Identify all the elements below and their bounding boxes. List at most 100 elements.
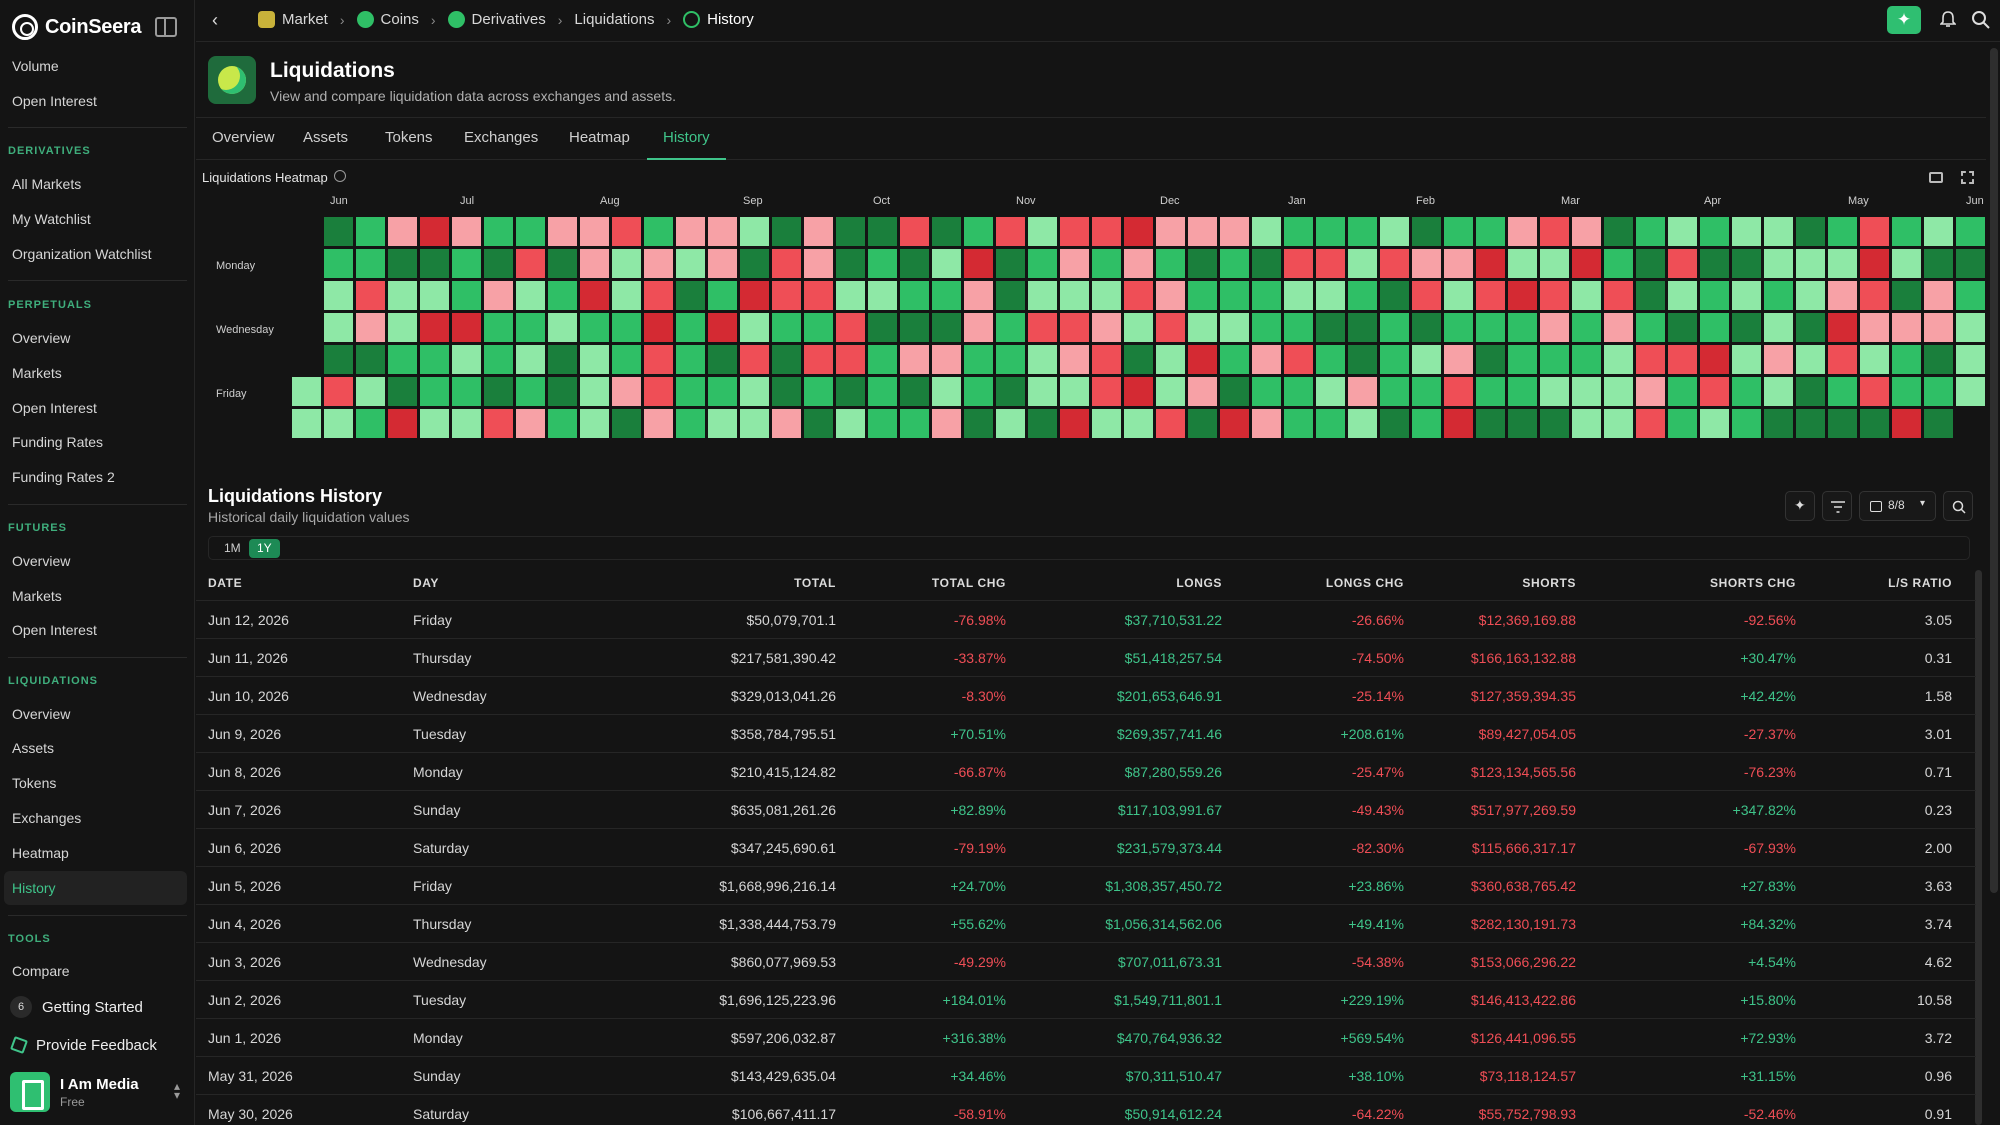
heatmap-cell[interactable]: [1827, 376, 1858, 407]
heatmap-cell[interactable]: [1699, 376, 1730, 407]
tab-history[interactable]: History: [647, 118, 726, 160]
heatmap-cell[interactable]: [1859, 248, 1890, 279]
heatmap-cell[interactable]: [643, 344, 674, 375]
heatmap-cell[interactable]: [803, 376, 834, 407]
heatmap-cell[interactable]: [1667, 216, 1698, 247]
heatmap-cell[interactable]: [1123, 312, 1154, 343]
heatmap-cell[interactable]: [1059, 216, 1090, 247]
heatmap-cell[interactable]: [1219, 408, 1250, 439]
heatmap-cell[interactable]: [1347, 248, 1378, 279]
heatmap-cell[interactable]: [1635, 248, 1666, 279]
heatmap-cell[interactable]: [1283, 216, 1314, 247]
heatmap-cell[interactable]: [771, 312, 802, 343]
heatmap-cell[interactable]: [1411, 312, 1442, 343]
heatmap-cell[interactable]: [803, 312, 834, 343]
heatmap-cell[interactable]: [1603, 312, 1634, 343]
heatmap-cell[interactable]: [483, 408, 514, 439]
heatmap-cell[interactable]: [931, 376, 962, 407]
table-row[interactable]: Jun 8, 2026 Monday $210,415,124.82 -66.87% $…: [196, 752, 1976, 790]
heatmap-cell[interactable]: [419, 376, 450, 407]
heatmap-cell[interactable]: [1091, 280, 1122, 311]
heatmap-cell[interactable]: [1891, 280, 1922, 311]
heatmap-cell[interactable]: [1443, 312, 1474, 343]
heatmap-cell[interactable]: [1315, 344, 1346, 375]
heatmap-cell[interactable]: [1219, 312, 1250, 343]
heatmap-cell[interactable]: [1923, 280, 1954, 311]
heatmap-cell[interactable]: [1059, 280, 1090, 311]
heatmap-cell[interactable]: [1059, 408, 1090, 439]
heatmap-cell[interactable]: [1731, 216, 1762, 247]
heatmap-cell[interactable]: [1667, 248, 1698, 279]
tab-tokens[interactable]: Tokens: [369, 118, 449, 160]
heatmap-cell[interactable]: [611, 216, 642, 247]
heatmap-cell[interactable]: [899, 248, 930, 279]
heatmap-cell[interactable]: [483, 344, 514, 375]
heatmap-cell[interactable]: [867, 280, 898, 311]
heatmap-cell[interactable]: [643, 312, 674, 343]
heatmap-cell[interactable]: [323, 344, 354, 375]
heatmap-cell[interactable]: [1475, 376, 1506, 407]
heatmap-cell[interactable]: [867, 376, 898, 407]
heatmap-cell[interactable]: [931, 216, 962, 247]
heatmap-cell[interactable]: [1635, 312, 1666, 343]
heatmap-cell[interactable]: [835, 312, 866, 343]
table-row[interactable]: Jun 6, 2026 Saturday $347,245,690.61 -79.19…: [196, 828, 1976, 866]
heatmap-cell[interactable]: [1379, 344, 1410, 375]
heatmap-cell[interactable]: [1411, 408, 1442, 439]
heatmap-cell[interactable]: [355, 408, 386, 439]
provide-feedback-button[interactable]: Provide Feedback: [10, 1033, 187, 1057]
heatmap-cell[interactable]: [291, 376, 322, 407]
heatmap-cell[interactable]: [931, 280, 962, 311]
heatmap-cell[interactable]: [1155, 376, 1186, 407]
heatmap-cell[interactable]: [1891, 376, 1922, 407]
table-row[interactable]: Jun 12, 2026 Friday $50,079,701.1 -76.98% $3…: [196, 600, 1976, 638]
heatmap-cell[interactable]: [1763, 344, 1794, 375]
heatmap-cell[interactable]: [1795, 408, 1826, 439]
heatmap-cell[interactable]: [1955, 376, 1986, 407]
heatmap-cell[interactable]: [1411, 344, 1442, 375]
heatmap-cell[interactable]: [1027, 408, 1058, 439]
heatmap-cell[interactable]: [1443, 376, 1474, 407]
heatmap-cell[interactable]: [355, 280, 386, 311]
breadcrumb-market[interactable]: Market: [258, 11, 328, 28]
heatmap-cell[interactable]: [1187, 248, 1218, 279]
heatmap-cell[interactable]: [1443, 344, 1474, 375]
heatmap-cell[interactable]: [1955, 248, 1986, 279]
heatmap-cell[interactable]: [1763, 280, 1794, 311]
heatmap-cell[interactable]: [515, 312, 546, 343]
heatmap-cell[interactable]: [515, 248, 546, 279]
heatmap-cell[interactable]: [291, 408, 322, 439]
heatmap-cell[interactable]: [483, 216, 514, 247]
heatmap-cell[interactable]: [1283, 376, 1314, 407]
col-header-total-chg[interactable]: TOTAL CHG: [826, 568, 1006, 598]
heatmap-cell[interactable]: [739, 248, 770, 279]
heatmap-cell[interactable]: [547, 408, 578, 439]
user-menu[interactable]: I Am Media Free ▴ ▾: [10, 1070, 188, 1114]
table-row[interactable]: Jun 1, 2026 Monday $597,206,032.87 +316.38%…: [196, 1018, 1976, 1056]
heatmap-cell[interactable]: [643, 248, 674, 279]
heatmap-cell[interactable]: [483, 376, 514, 407]
heatmap-cell[interactable]: [995, 280, 1026, 311]
heatmap-cell[interactable]: [963, 280, 994, 311]
heatmap-cell[interactable]: [771, 216, 802, 247]
heatmap-cell[interactable]: [323, 376, 354, 407]
page-scrollbar[interactable]: [1990, 48, 1998, 893]
heatmap-cell[interactable]: [899, 216, 930, 247]
heatmap-cell[interactable]: [611, 248, 642, 279]
heatmap-cell[interactable]: [835, 216, 866, 247]
col-header-total[interactable]: TOTAL: [666, 568, 836, 598]
heatmap-cell[interactable]: [1603, 344, 1634, 375]
heatmap-cell[interactable]: [1571, 344, 1602, 375]
heatmap-cell[interactable]: [1539, 312, 1570, 343]
heatmap-cell[interactable]: [867, 312, 898, 343]
heatmap-cell[interactable]: [547, 376, 578, 407]
heatmap-cell[interactable]: [1795, 376, 1826, 407]
heatmap-cell[interactable]: [1923, 312, 1954, 343]
heatmap-cell[interactable]: [579, 408, 610, 439]
heatmap-cell[interactable]: [771, 376, 802, 407]
sidebar-item-my-watchlist[interactable]: My Watchlist: [4, 202, 187, 236]
heatmap-cell[interactable]: [1859, 376, 1890, 407]
heatmap-cell[interactable]: [419, 280, 450, 311]
table-row[interactable]: May 31, 2026 Sunday $143,429,635.04 +34.46%…: [196, 1056, 1976, 1094]
heatmap-cell[interactable]: [1539, 280, 1570, 311]
